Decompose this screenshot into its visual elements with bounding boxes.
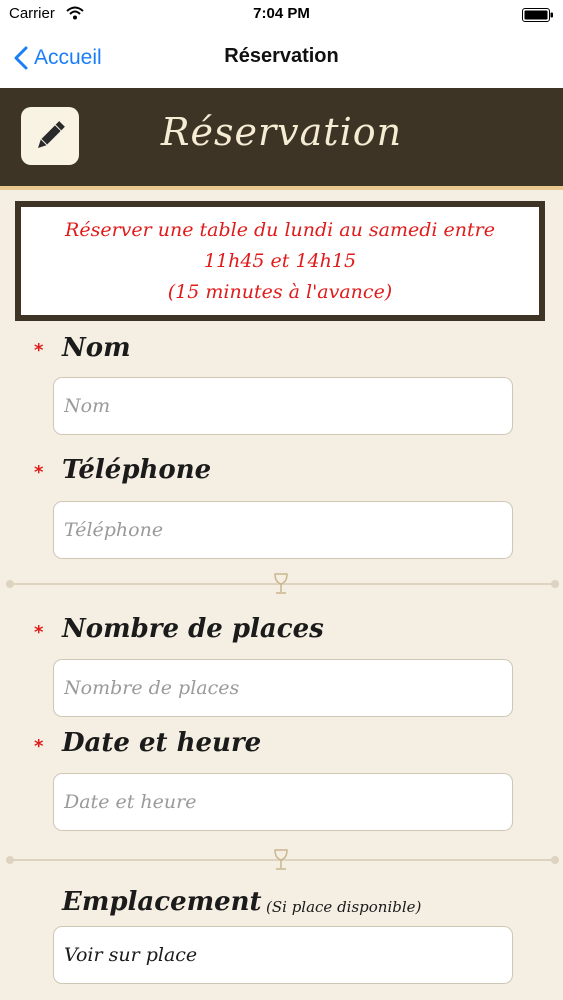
battery-icon [522,8,553,22]
name-label: Nom [62,333,131,363]
wine-glass-icon [274,849,288,870]
chevron-left-icon [14,46,28,70]
location-input[interactable] [53,926,513,984]
seats-input[interactable] [53,659,513,717]
status-time: 7:04 PM [253,5,310,22]
required-marker: * [34,622,44,643]
notice-line-2: 11h45 et 14h15 [203,249,357,272]
required-marker: * [34,462,44,483]
name-input[interactable] [53,377,513,435]
divider-dot [551,580,559,588]
status-bar: Carrier 7:04 PM [0,0,563,30]
phone-input[interactable] [53,501,513,559]
notice-line-1: Réserver une table du lundi au samedi en… [65,218,495,241]
navigation-bar: Accueil Réservation [0,30,563,88]
divider-dot [551,856,559,864]
back-button-label: Accueil [34,46,102,69]
wine-glass-icon [274,573,288,594]
header-title: Réservation [160,110,403,154]
location-label: Emplacement [62,887,262,917]
required-marker: * [34,340,44,361]
section-divider [6,849,559,870]
opening-hours-notice: Réserver une table du lundi au samedi en… [15,201,545,321]
back-button[interactable]: Accueil [14,40,102,76]
divider-dot [6,856,14,864]
page-header: Réservation [0,88,563,190]
datetime-label: Date et heure [62,728,262,758]
datetime-input[interactable] [53,773,513,831]
location-note: (Si place disponible) [266,898,422,916]
required-marker: * [34,736,44,757]
section-divider [6,573,559,594]
divider-dot [6,580,14,588]
notice-line-3: (15 minutes à l'avance) [167,280,393,303]
seats-label: Nombre de places [62,614,324,644]
phone-label: Téléphone [62,455,212,485]
